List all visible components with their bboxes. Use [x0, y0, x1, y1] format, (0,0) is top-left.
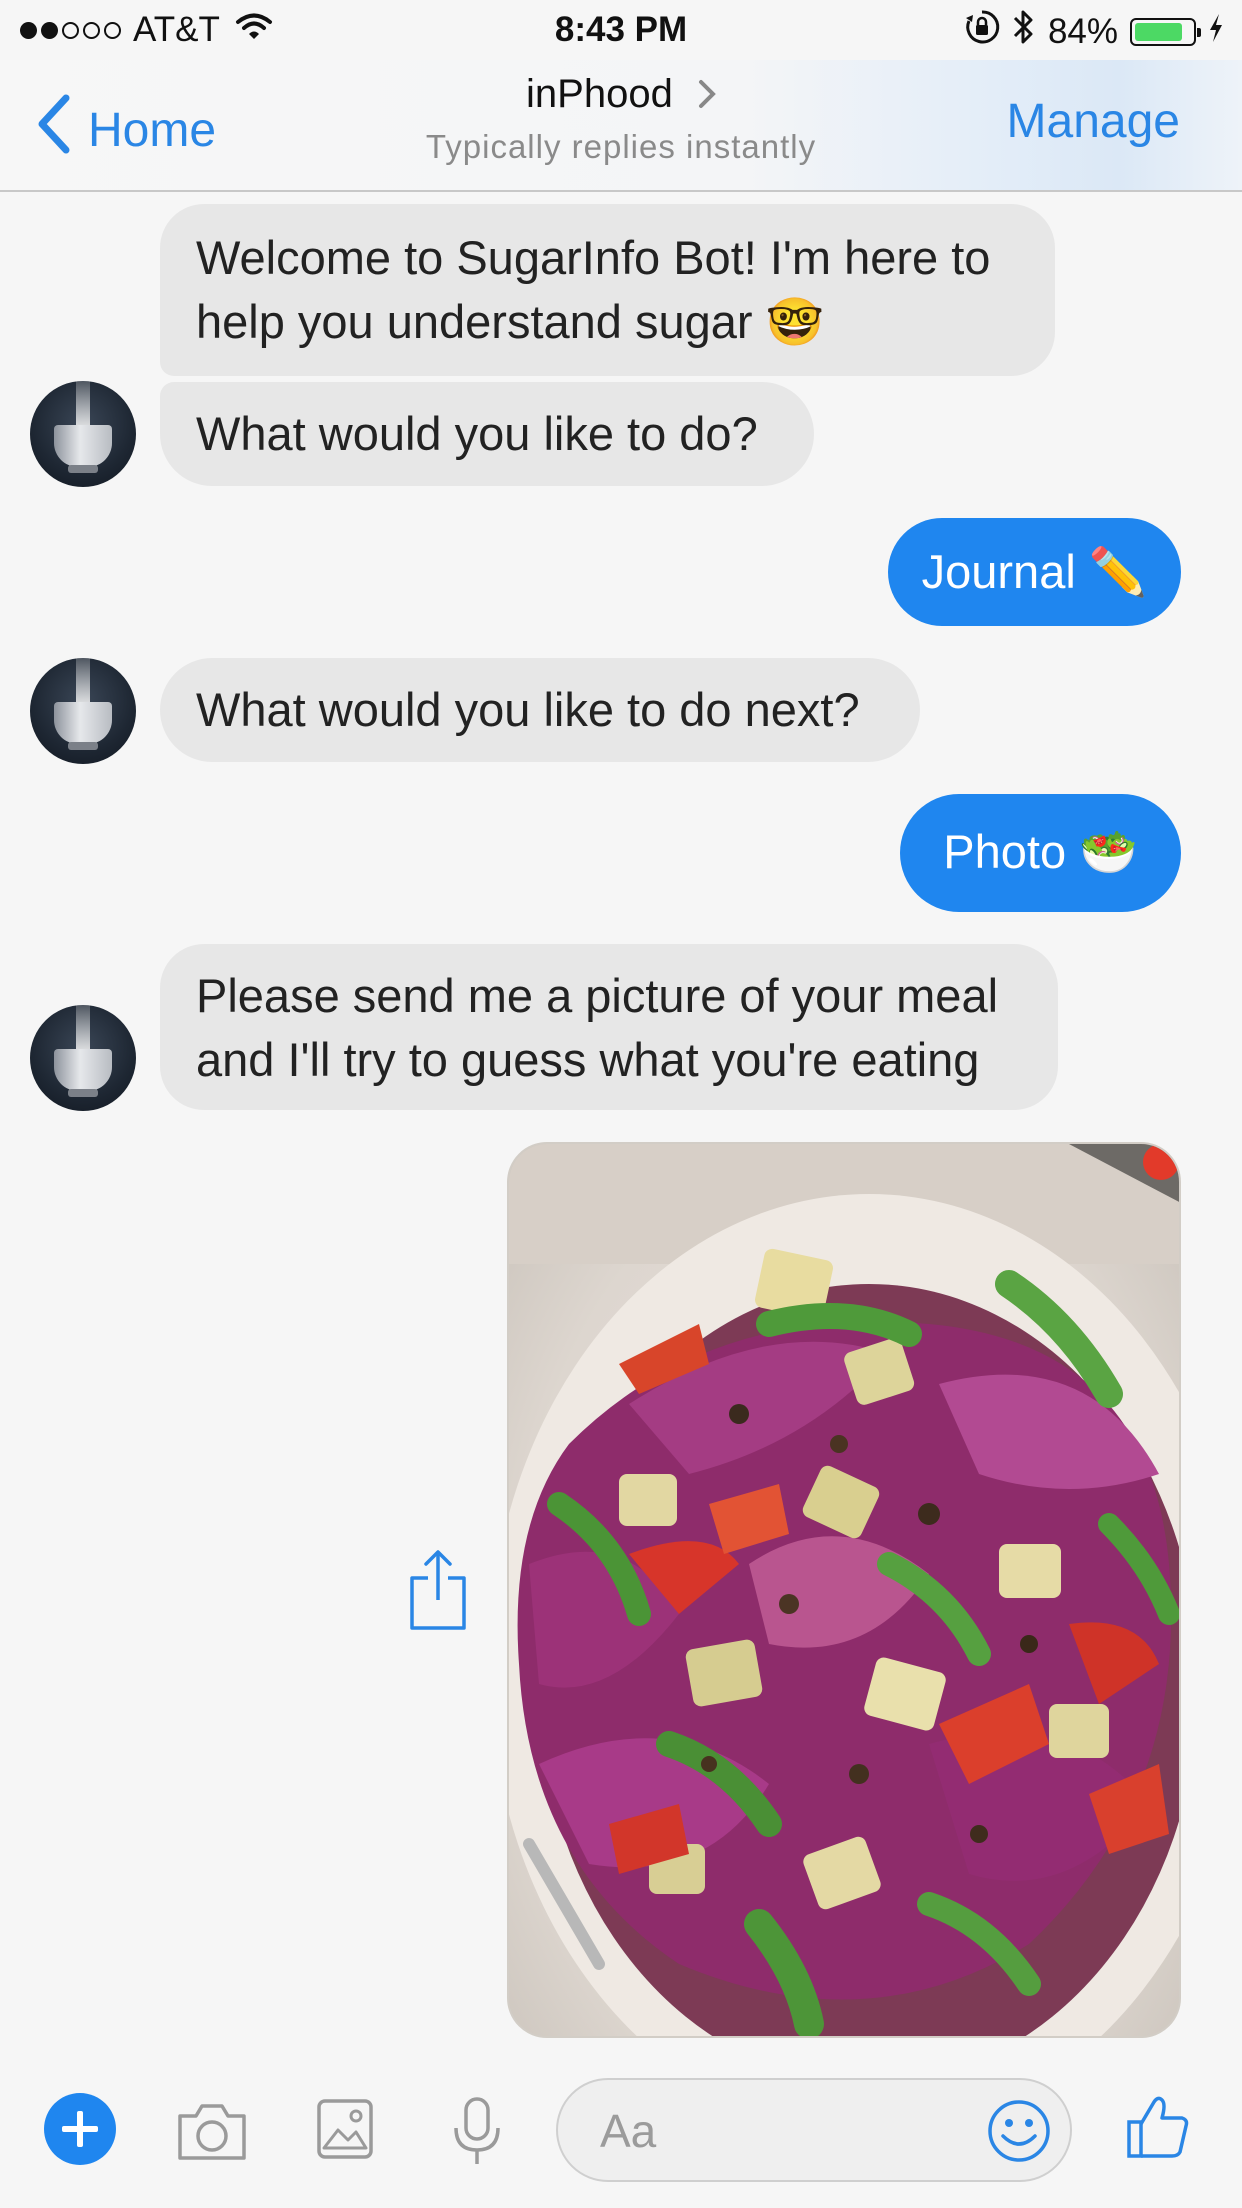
charging-bolt-icon [1208, 12, 1224, 52]
camera-icon[interactable] [176, 2100, 248, 2167]
cup-base [68, 742, 98, 750]
message-text: What would you like to do? [196, 407, 758, 460]
bot-message: What would you like to do? [160, 382, 814, 486]
message-text: Photo 🥗 [943, 825, 1138, 878]
message-text: Welcome to SugarInfo Bot! I'm here to he… [196, 231, 991, 348]
bot-avatar[interactable] [30, 1005, 136, 1111]
user-message: Journal ✏️ [888, 518, 1181, 626]
chevron-right-icon [698, 74, 716, 119]
user-message: Photo 🥗 [900, 794, 1181, 912]
salad-photo[interactable] [507, 1142, 1181, 2038]
microphone-icon[interactable] [450, 2096, 504, 2173]
message-input-field[interactable] [556, 2078, 1072, 2182]
orientation-lock-icon [964, 9, 1000, 54]
cup-base [68, 465, 98, 473]
share-icon[interactable] [406, 1548, 470, 1637]
sugar-stream [76, 658, 90, 704]
battery-icon [1130, 17, 1201, 46]
gallery-icon[interactable] [316, 2098, 374, 2165]
message-text: Please send me a picture of your meal an… [196, 969, 999, 1086]
contact-name: inPhood [526, 72, 673, 116]
status-bar: AT&T 8:43 PM 84% [0, 0, 1242, 60]
message-input[interactable] [598, 2100, 942, 2162]
sugar-stream [76, 381, 90, 427]
manage-button[interactable]: Manage [1007, 94, 1180, 149]
status-right: 84% [964, 8, 1224, 55]
add-button[interactable] [44, 2093, 116, 2165]
bot-avatar[interactable] [30, 381, 136, 487]
battery-tip [1197, 27, 1201, 37]
cup-shape [54, 1049, 112, 1091]
bot-message: Welcome to SugarInfo Bot! I'm here to he… [160, 204, 1055, 376]
message-text: Journal ✏️ [921, 545, 1148, 598]
bot-message: What would you like to do next? [160, 658, 920, 762]
thumbs-up-icon[interactable] [1126, 2094, 1190, 2165]
salad-illustration [509, 1144, 1179, 2036]
cup-base [68, 1089, 98, 1097]
emoji-icon[interactable] [986, 2098, 1052, 2169]
bluetooth-icon [1012, 8, 1036, 55]
message-text: What would you like to do next? [196, 683, 860, 736]
cup-shape [54, 425, 112, 467]
bot-message: Please send me a picture of your meal an… [160, 944, 1058, 1110]
battery-percent: 84% [1047, 11, 1118, 51]
nav-bar: Home inPhood Typically replies instantly… [0, 60, 1242, 192]
bot-avatar[interactable] [30, 658, 136, 764]
battery-level [1135, 22, 1182, 41]
cup-shape [54, 702, 112, 744]
sugar-stream [76, 1005, 90, 1051]
